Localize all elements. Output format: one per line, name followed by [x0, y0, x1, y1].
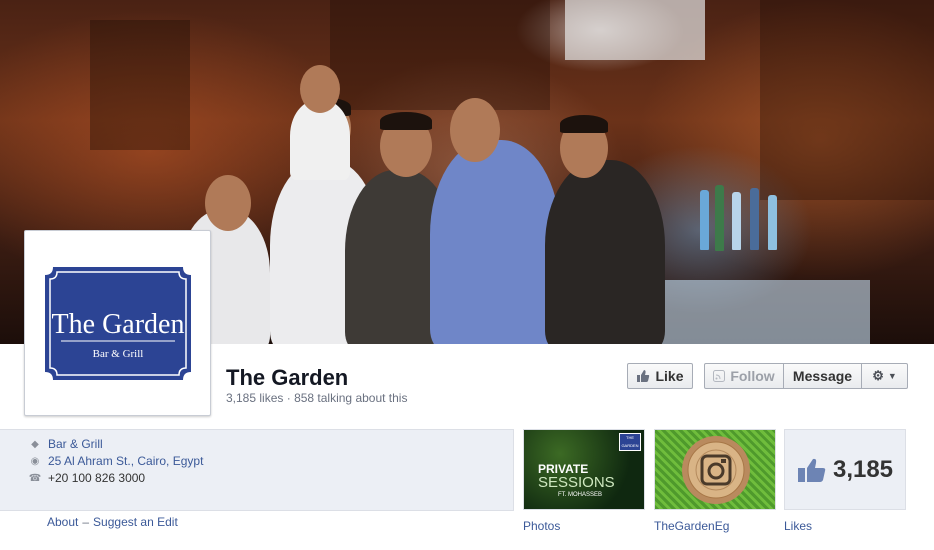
person [430, 140, 560, 344]
stats-separator: · [286, 391, 291, 405]
the-garden-logo: The Garden Bar & Grill [44, 266, 191, 380]
about-category-row: ◆ Bar & Grill [30, 437, 103, 451]
photos-tile[interactable]: THE GARDEN PRIVATE SESSIONS FT. MOHASSEB [523, 429, 645, 510]
follow-label: Follow [730, 368, 775, 384]
page-stats: 3,185 likes · 858 talking about this [226, 391, 407, 405]
bar-fridge [640, 280, 870, 344]
follow-button[interactable]: Follow [705, 364, 784, 388]
logo-title: The Garden [51, 309, 184, 340]
tv-screen [565, 0, 705, 60]
bottle [700, 190, 709, 250]
thumbs-up-icon [637, 370, 650, 382]
about-address-row: ◉ 25 Al Ahram St., Cairo, Egypt [30, 454, 204, 468]
bottle [750, 188, 759, 250]
about-link-separator: – [82, 515, 90, 529]
category-link[interactable]: Bar & Grill [48, 437, 103, 451]
person-head [205, 175, 251, 231]
like-label: Like [655, 368, 684, 384]
likes-label[interactable]: Likes [784, 519, 812, 533]
message-label: Message [792, 368, 853, 384]
tag-icon: ◆ [31, 438, 39, 450]
likes-count-text: 3,185 likes [226, 391, 284, 405]
chevron-down-icon: ▼ [887, 371, 897, 381]
thumbs-up-icon [797, 458, 826, 482]
suggest-edit-link[interactable]: Suggest an Edit [93, 515, 178, 529]
person-hair [560, 115, 608, 133]
location-pin-icon: ◉ [30, 455, 40, 467]
page-title[interactable]: The Garden [226, 365, 348, 391]
message-button[interactable]: Message [784, 364, 862, 388]
shelf [330, 0, 550, 110]
phone-number: +20 100 826 3000 [48, 471, 146, 485]
about-links: About – Suggest an Edit [47, 515, 178, 529]
shelf [760, 0, 934, 200]
photos-badge: THE GARDEN [619, 433, 641, 451]
talking-about-text: 858 talking about this [294, 391, 408, 405]
likes-count: 3,185 [832, 455, 894, 483]
like-button[interactable]: Like [627, 363, 693, 389]
action-button-group: Follow Message ⚙ ▼ [704, 363, 908, 389]
about-phone-row: ☎ +20 100 826 3000 [28, 471, 146, 485]
settings-dropdown-button[interactable]: ⚙ ▼ [862, 364, 907, 388]
rss-icon [713, 370, 726, 382]
likes-tile[interactable]: 3,185 [784, 429, 906, 510]
photos-label[interactable]: Photos [523, 519, 560, 533]
person [545, 160, 665, 344]
person-head [450, 98, 500, 162]
bottle [768, 195, 777, 250]
shelf [90, 20, 190, 150]
person-head [300, 65, 340, 113]
person-hair [380, 112, 432, 130]
bottle [715, 185, 724, 251]
about-link[interactable]: About [47, 515, 78, 529]
logo-subtitle: Bar & Grill [92, 348, 143, 360]
profile-picture[interactable]: The Garden Bar & Grill [24, 230, 211, 416]
address-link[interactable]: 25 Al Ahram St., Cairo, Egypt [48, 454, 203, 468]
instagram-tile[interactable] [654, 429, 776, 510]
about-box: ◆ Bar & Grill ◉ 25 Al Ahram St., Cairo, … [0, 429, 514, 511]
photos-overlay-sub: SESSIONS [538, 474, 615, 491]
bottle [732, 192, 741, 250]
gear-icon: ⚙ [872, 368, 884, 383]
instagram-icon [682, 436, 750, 504]
phone-icon: ☎ [28, 472, 42, 484]
instagram-label[interactable]: TheGardenEg [654, 519, 729, 533]
photos-overlay-small: FT. MOHASSEB [558, 492, 603, 498]
